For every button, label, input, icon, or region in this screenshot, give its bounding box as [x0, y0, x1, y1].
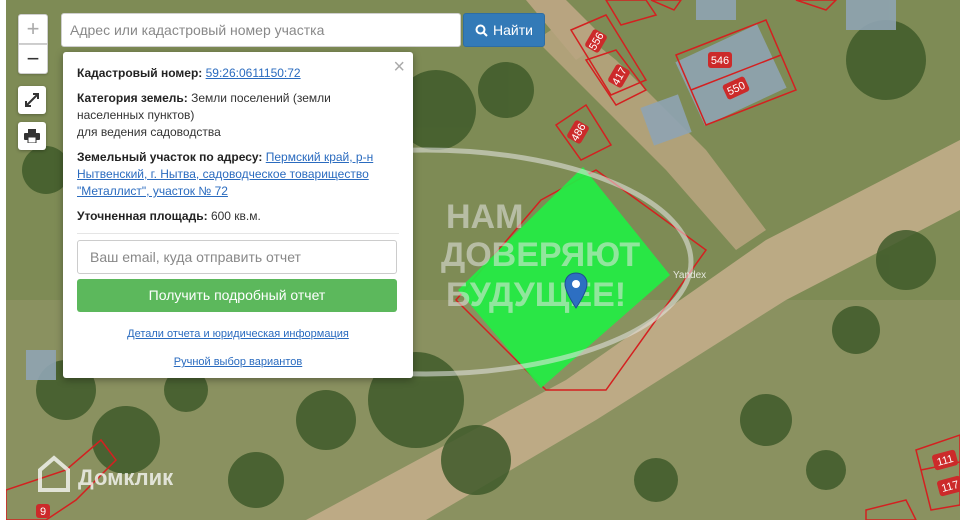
expand-icon [25, 93, 39, 107]
search-input[interactable] [61, 13, 461, 47]
minus-icon: − [26, 46, 40, 71]
close-icon[interactable]: × [393, 56, 405, 78]
area-value: 600 кв.м. [210, 209, 261, 223]
divider [77, 233, 399, 234]
fullscreen-button[interactable] [18, 86, 46, 114]
watermark-line: ДОВЕРЯЮТ [441, 236, 640, 274]
address-row: Земельный участок по адресу: Пермский кр… [77, 149, 399, 200]
category-label: Категория земель: [77, 91, 188, 105]
watermark-line: БУДУЩЕЕ! [446, 276, 626, 314]
map-pin-icon[interactable] [564, 272, 588, 310]
cadastral-label: Кадастровый номер: [77, 66, 203, 80]
report-details-link[interactable]: Детали отчета и юридическая информация [127, 328, 349, 340]
address-label: Земельный участок по адресу: [77, 150, 263, 164]
search-icon [475, 24, 488, 37]
category-use: для ведения садоводства [77, 125, 221, 139]
cadastral-row: Кадастровый номер: 59:26:0611150:72 [77, 65, 399, 82]
email-field[interactable] [77, 240, 397, 274]
map-provider-label: Yandex [673, 270, 706, 281]
category-row: Категория земель: Земли поселений (земли… [77, 90, 399, 141]
get-report-button[interactable]: Получить подробный отчет [77, 279, 397, 312]
printer-icon [24, 129, 40, 143]
cadastral-number-link[interactable]: 59:26:0611150:72 [206, 66, 301, 80]
zoom-out-button[interactable]: − [18, 44, 48, 74]
search-button-label: Найти [493, 22, 533, 38]
area-row: Уточненная площадь: 600 кв.м. [77, 208, 399, 225]
area-label: Уточненная площадь: [77, 209, 208, 223]
watermark-line: НАМ [446, 198, 523, 236]
print-button[interactable] [18, 122, 46, 150]
domclick-text: Домклик [78, 465, 174, 490]
plot-info-popup: × Кадастровый номер: 59:26:0611150:72 Ка… [63, 52, 413, 378]
search-button[interactable]: Найти [463, 13, 545, 47]
plus-icon: + [26, 16, 40, 41]
manual-selection-link[interactable]: Ручной выбор вариантов [174, 356, 302, 368]
plot-label: 9 [40, 506, 46, 518]
zoom-in-button[interactable]: + [18, 14, 48, 44]
plot-label: 546 [711, 55, 729, 67]
